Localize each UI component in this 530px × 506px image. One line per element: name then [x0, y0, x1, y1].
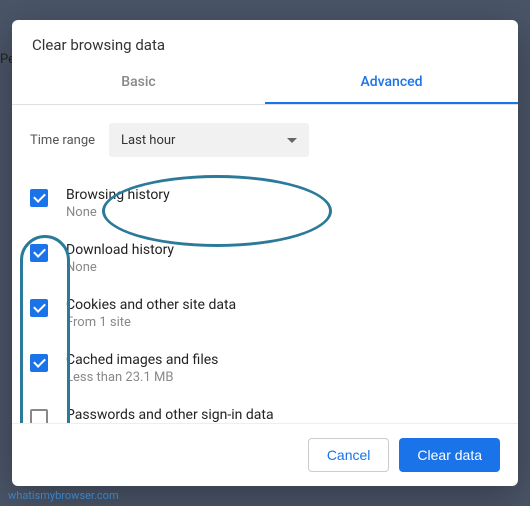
- item-sub: Less than 23.1 MB: [66, 370, 500, 385]
- clear-data-button[interactable]: Clear data: [399, 438, 500, 472]
- item-title: Cookies and other site data: [66, 297, 500, 313]
- item-sub: None: [66, 260, 500, 275]
- time-range-value: Last hour: [121, 133, 175, 148]
- item-sub: From 1 site: [66, 315, 500, 330]
- dialog-content: Time range Last hour Browsing history No…: [12, 105, 518, 423]
- list-item: Cached images and files Less than 23.1 M…: [30, 344, 500, 399]
- cancel-button[interactable]: Cancel: [308, 438, 390, 472]
- list-item: Browsing history None: [30, 179, 500, 234]
- tab-basic[interactable]: Basic: [12, 64, 265, 104]
- time-range-select[interactable]: Last hour: [109, 123, 309, 157]
- list-item: Download history None: [30, 234, 500, 289]
- checkbox-browsing-history[interactable]: [30, 189, 48, 207]
- checkbox-cached-images[interactable]: [30, 354, 48, 372]
- dialog-title: Clear browsing data: [12, 20, 518, 64]
- item-title: Cached images and files: [66, 352, 500, 368]
- time-range-label: Time range: [30, 133, 95, 148]
- chevron-down-icon: [287, 138, 297, 143]
- list-item: Cookies and other site data From 1 site: [30, 289, 500, 344]
- clear-browsing-data-dialog: Clear browsing data Basic Advanced Time …: [12, 20, 518, 486]
- tabs: Basic Advanced: [12, 64, 518, 105]
- item-title: Browsing history: [66, 187, 500, 203]
- watermark: whatismybrowser.com: [8, 489, 119, 502]
- item-title: Download history: [66, 242, 500, 258]
- item-sub: None: [66, 205, 500, 220]
- checkbox-download-history[interactable]: [30, 244, 48, 262]
- tab-advanced[interactable]: Advanced: [265, 64, 518, 104]
- checkbox-passwords[interactable]: [30, 409, 48, 423]
- item-title: Passwords and other sign-in data: [66, 407, 500, 423]
- checkbox-cookies[interactable]: [30, 299, 48, 317]
- time-range-row: Time range Last hour: [30, 123, 500, 157]
- list-item: Passwords and other sign-in data None: [30, 399, 500, 423]
- dialog-footer: Cancel Clear data: [12, 423, 518, 486]
